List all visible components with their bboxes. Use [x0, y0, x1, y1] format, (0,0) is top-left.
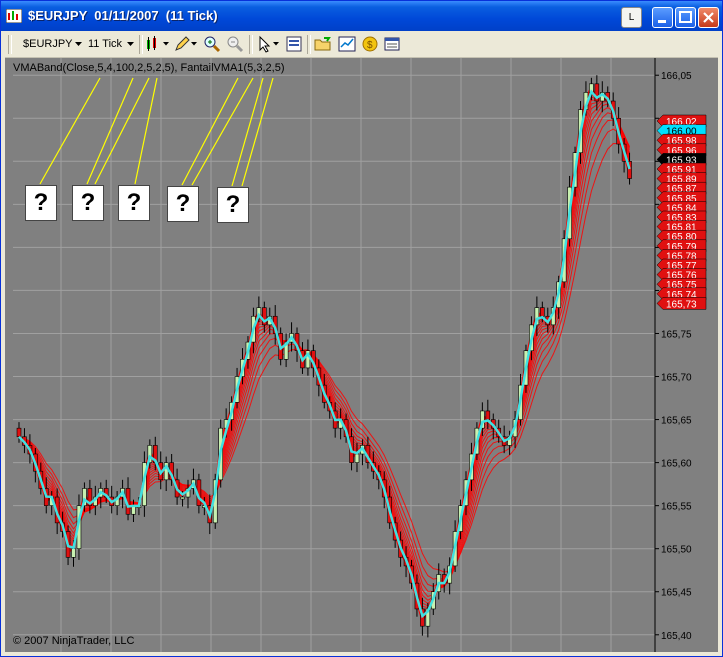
- toolbar-grip: [8, 35, 12, 54]
- open-folder-icon[interactable]: [314, 35, 332, 53]
- interval-selector[interactable]: 11 Tick: [88, 38, 122, 50]
- price-chart[interactable]: 166,05166,00165,95165,90165,85165,80165,…: [5, 58, 718, 652]
- axis-tick-label: 165,60: [661, 459, 692, 470]
- question-mark-box: ?: [167, 186, 199, 222]
- annotation-line: [94, 77, 150, 185]
- axis-tick-label: 165,65: [661, 416, 692, 427]
- candle-body: [180, 496, 185, 500]
- link-button[interactable]: L: [621, 7, 642, 28]
- candle-body: [16, 427, 22, 438]
- data-box-icon[interactable]: [383, 35, 401, 53]
- annotation-line: [134, 77, 158, 185]
- chart-window: $EURJPY 01/11/2007 (11 Tick) L $EURJPY 1…: [0, 0, 723, 657]
- price-badge-label: 165,73: [666, 299, 697, 310]
- chevron-down-icon[interactable]: [191, 42, 197, 46]
- question-mark-box: ?: [25, 185, 57, 221]
- candle-body: [485, 410, 491, 420]
- axis-tick-label: 165,75: [661, 329, 692, 340]
- coin-icon[interactable]: $: [361, 35, 379, 53]
- candle-body: [354, 453, 360, 463]
- maximize-icon: [679, 11, 692, 23]
- chevron-down-icon[interactable]: [163, 42, 169, 46]
- window-title: $EURJPY 01/11/2007 (11 Tick): [28, 8, 218, 23]
- maximize-button[interactable]: [675, 7, 696, 28]
- minimize-icon: [658, 20, 666, 23]
- axis-tick-label: 166,05: [661, 71, 692, 82]
- close-icon: [703, 12, 714, 23]
- annotation-line: [181, 77, 239, 186]
- chevron-down-icon[interactable]: [273, 42, 279, 46]
- candlestick-icon[interactable]: [145, 35, 163, 53]
- question-mark-box: ?: [118, 185, 150, 221]
- minimize-button[interactable]: [652, 7, 673, 28]
- annotation-line: [231, 77, 264, 187]
- instrument-selector[interactable]: $EURJPY: [23, 38, 73, 50]
- chart-panel[interactable]: 166,05166,00165,95165,90165,85165,80165,…: [5, 58, 718, 652]
- candle-body: [540, 307, 545, 317]
- annotation-line: [241, 77, 274, 187]
- toolbar-separator: [249, 35, 253, 54]
- title-bar[interactable]: $EURJPY 01/11/2007 (11 Tick) L: [1, 1, 722, 31]
- chevron-down-icon[interactable]: [127, 42, 134, 47]
- toolbar-separator: [307, 35, 311, 54]
- chevron-down-icon[interactable]: [75, 42, 82, 47]
- annotation-line: [39, 77, 101, 185]
- copyright-notice: © 2007 NinjaTrader, LLC: [13, 635, 135, 647]
- axis-tick-label: 165,40: [661, 631, 692, 642]
- chart-app-icon: [6, 9, 22, 23]
- pencil-draw-icon[interactable]: [173, 35, 191, 53]
- indicator-label: VMABand(Close,5,4,100,2,5,2,5), FantailV…: [13, 62, 285, 74]
- axis-tick-label: 165,50: [661, 545, 692, 556]
- zoom-in-icon[interactable]: [203, 35, 221, 53]
- chart-toolbar: $EURJPY 11 Tick $: [5, 32, 718, 58]
- annotation-line: [191, 77, 254, 186]
- properties-icon[interactable]: [285, 35, 303, 53]
- axis-tick-label: 165,55: [661, 502, 692, 513]
- axis-tick-label: 165,70: [661, 373, 692, 384]
- zoom-out-icon[interactable]: [226, 35, 244, 53]
- cursor-icon[interactable]: [256, 35, 274, 53]
- question-mark-box: ?: [217, 187, 249, 223]
- chart-icon[interactable]: [338, 35, 356, 53]
- toolbar-separator: [139, 35, 143, 54]
- close-button[interactable]: [698, 7, 719, 28]
- annotation-line: [86, 77, 134, 185]
- question-mark-box: ?: [72, 185, 104, 221]
- axis-tick-label: 165,45: [661, 588, 692, 599]
- candle-body: [71, 548, 76, 558]
- svg-text:$: $: [367, 40, 373, 51]
